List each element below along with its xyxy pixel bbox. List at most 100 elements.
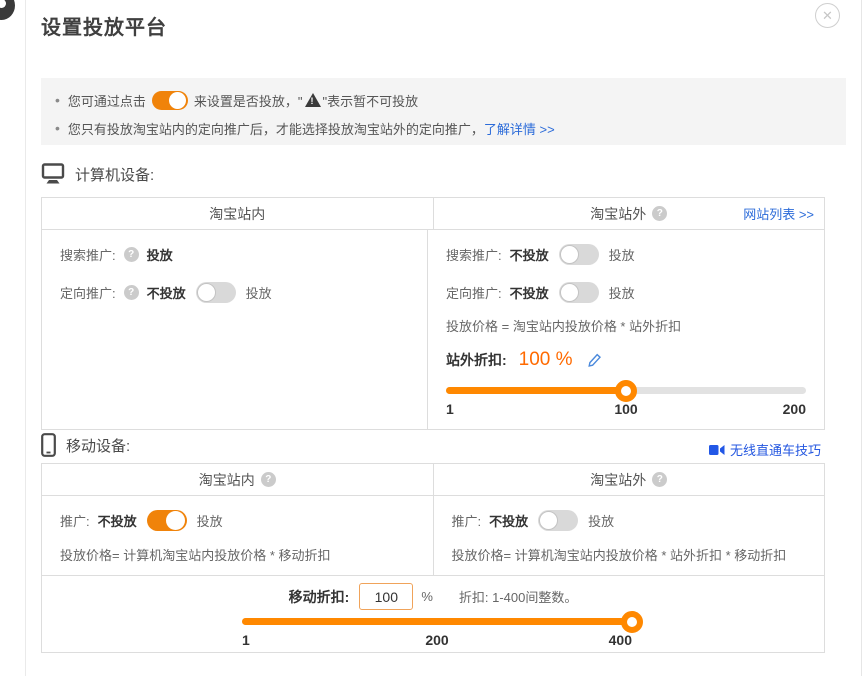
offsite-discount-value: 100 % — [519, 349, 573, 371]
target-promo-label: 定向推广: — [446, 283, 502, 302]
bullet-icon: • — [55, 92, 60, 108]
mobile-discount-input[interactable] — [359, 583, 413, 610]
notice-box: • 您可通过点击 来设置是否投放，" ! "表示暂不可投放 • 您只有投放淘宝站… — [41, 78, 846, 145]
offsite-discount-row: 站外折扣: 100 % — [446, 347, 806, 373]
promo-label: 推广: — [60, 511, 90, 530]
toggle-knob — [539, 511, 558, 530]
mobile-section-header: 移动设备: — [41, 433, 130, 457]
mobile-section-title: 移动设备: — [66, 435, 130, 456]
notice-line-2: • 您只有投放淘宝站内的定向推广后，才能选择投放淘宝站外的定向推广， 了解详情 … — [55, 116, 832, 140]
scale-max: 200 — [783, 401, 806, 417]
target-promo-label: 定向推广: — [60, 283, 116, 302]
mobile-table-body-row: 推广: 不投放 投放 投放价格= 计算机淘宝站内投放价格 * 移动折扣 推广: … — [42, 496, 824, 576]
mobile-discount-label: 移动折扣: — [289, 587, 350, 607]
header-taobao-onsite: 淘宝站内 ? — [42, 464, 433, 495]
toggle-knob — [169, 92, 186, 109]
question-icon[interactable]: ? — [261, 472, 276, 487]
target-on-label: 投放 — [609, 283, 635, 302]
header-onsite-label: 淘宝站内 — [199, 470, 255, 490]
computer-table-header: 淘宝站内 淘宝站外 ? 网站列表 >> — [42, 198, 824, 230]
learn-more-link[interactable]: 了解详情 >> — [484, 119, 555, 138]
video-icon — [709, 444, 725, 456]
search-on-label: 投放 — [609, 245, 635, 264]
mobile-icon — [41, 433, 56, 457]
discount-hint: 折扣: 1-400间整数。 — [459, 587, 577, 606]
computer-table: 淘宝站内 淘宝站外 ? 网站列表 >> 搜索推广: ? 投放 — [41, 197, 825, 430]
slider-track[interactable] — [446, 387, 806, 394]
promo-on-label: 投放 — [197, 511, 223, 530]
header-taobao-offsite: 淘宝站外 ? 网站列表 >> — [433, 198, 825, 229]
computer-offsite-search-toggle[interactable] — [559, 244, 599, 265]
screen: ✕ 设置投放平台 • 您可通过点击 来设置是否投放，" ! "表示暂不可投放 •… — [0, 0, 864, 676]
edit-icon[interactable] — [587, 353, 602, 368]
mobile-discount-row: 移动折扣: % 折扣: 1-400间整数。 — [42, 583, 824, 610]
example-toggle[interactable] — [152, 91, 188, 110]
mobile-offsite-promo-toggle[interactable] — [538, 510, 578, 531]
slider-fill — [242, 618, 632, 625]
computer-icon — [41, 163, 65, 185]
mobile-discount-slider[interactable]: 1 200 400 — [242, 618, 632, 650]
offsite-discount-label: 站外折扣: — [446, 350, 507, 370]
percent-unit: % — [421, 589, 433, 604]
notice-text-post: "表示暂不可投放 — [323, 91, 419, 110]
promo-on-label: 投放 — [588, 511, 614, 530]
target-off-label: 不投放 — [510, 283, 549, 302]
wireless-tips-link[interactable]: 无线直通车技巧 — [709, 440, 821, 459]
mobile-offsite-cell: 推广: 不投放 投放 投放价格= 计算机淘宝站内投放价格 * 站外折扣 * 移动… — [433, 496, 825, 575]
page-title: 设置投放平台 — [41, 11, 167, 40]
scale-min: 1 — [242, 632, 250, 648]
mobile-table: 淘宝站内 ? 淘宝站外 ? 推广: 不投放 投放 — [41, 463, 825, 653]
search-off-label: 不投放 — [510, 245, 549, 264]
promo-off-label: 不投放 — [98, 511, 137, 530]
search-promo-label: 搜索推广: — [60, 245, 116, 264]
notice-line-1: • 您可通过点击 来设置是否投放，" ! "表示暂不可投放 — [55, 88, 832, 112]
mobile-discount-section: 移动折扣: % 折扣: 1-400间整数。 1 200 400 — [42, 576, 824, 650]
set-platform-dialog: ✕ 设置投放平台 • 您可通过点击 来设置是否投放，" ! "表示暂不可投放 •… — [25, 0, 862, 676]
wireless-tips-label: 无线直通车技巧 — [730, 440, 821, 459]
mobile-onsite-promo-toggle[interactable] — [147, 510, 187, 531]
computer-section-title: 计算机设备: — [75, 164, 154, 185]
onsite-promo-row: 推广: 不投放 投放 — [60, 509, 415, 531]
slider-scale: 1 100 200 — [446, 401, 806, 419]
close-icon: ✕ — [822, 8, 833, 24]
onsite-target-row: 定向推广: ? 不投放 投放 — [60, 281, 409, 303]
header-onsite-label: 淘宝站内 — [209, 204, 265, 224]
computer-onsite-target-toggle[interactable] — [196, 282, 236, 303]
promo-label: 推广: — [452, 511, 482, 530]
close-button[interactable]: ✕ — [815, 3, 840, 28]
notice-text-2: 您只有投放淘宝站内的定向推广后，才能选择投放淘宝站外的定向推广， — [68, 119, 484, 138]
slider-handle[interactable] — [621, 611, 643, 633]
question-icon[interactable]: ? — [652, 472, 667, 487]
slider-track[interactable] — [242, 618, 632, 625]
question-icon[interactable]: ? — [124, 285, 139, 300]
header-taobao-offsite: 淘宝站外 ? — [433, 464, 825, 495]
target-on-label: 投放 — [246, 283, 272, 302]
offsite-search-row: 搜索推广: 不投放 投放 — [446, 243, 806, 265]
offsite-promo-row: 推广: 不投放 投放 — [452, 509, 807, 531]
search-promo-value: 投放 — [147, 245, 173, 264]
notice-text-mid: 来设置是否投放，" — [194, 91, 303, 110]
slider-scale: 1 200 400 — [242, 632, 632, 650]
computer-section-header: 计算机设备: — [41, 163, 154, 185]
scale-mid: 100 — [614, 401, 637, 417]
scale-max: 400 — [609, 632, 632, 648]
computer-offsite-target-toggle[interactable] — [559, 282, 599, 303]
warning-exclaim: ! — [311, 96, 314, 106]
question-icon[interactable]: ? — [652, 206, 667, 221]
toggle-knob — [560, 245, 579, 264]
mobile-onsite-formula: 投放价格= 计算机淘宝站内投放价格 * 移动折扣 — [60, 546, 415, 566]
website-list-link[interactable]: 网站列表 >> — [743, 204, 814, 223]
header-taobao-onsite: 淘宝站内 — [42, 198, 433, 229]
offsite-discount-slider[interactable]: 1 100 200 — [446, 387, 806, 419]
search-promo-label: 搜索推广: — [446, 245, 502, 264]
slider-handle[interactable] — [615, 380, 637, 402]
mobile-offsite-formula: 投放价格= 计算机淘宝站内投放价格 * 站外折扣 * 移动折扣 — [452, 546, 807, 566]
warning-icon: ! — [305, 93, 321, 107]
header-offsite-label: 淘宝站外 — [590, 470, 646, 490]
promo-off-label: 不投放 — [489, 511, 528, 530]
toggle-knob — [197, 283, 216, 302]
mobile-onsite-cell: 推广: 不投放 投放 投放价格= 计算机淘宝站内投放价格 * 移动折扣 — [42, 496, 433, 575]
mobile-table-header: 淘宝站内 ? 淘宝站外 ? — [42, 464, 824, 496]
question-icon[interactable]: ? — [124, 247, 139, 262]
header-offsite-label: 淘宝站外 — [590, 204, 646, 224]
